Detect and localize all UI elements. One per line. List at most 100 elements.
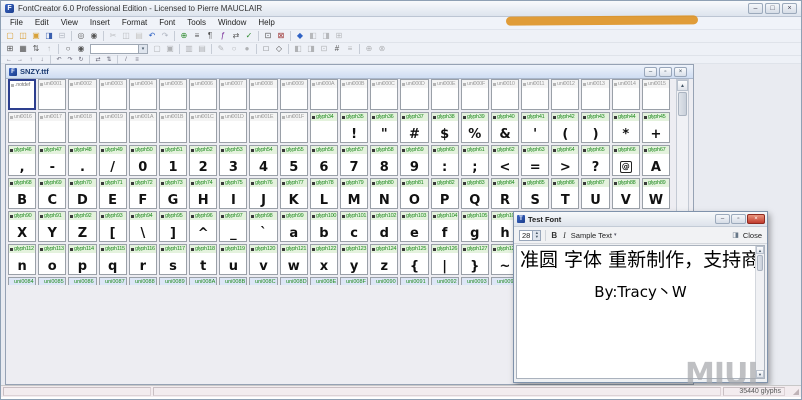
glyph-cell[interactable]: glyph533 (219, 145, 247, 176)
glyph-cell[interactable]: glyph89W (642, 178, 670, 209)
glyph-cell[interactable]: glyph101c (340, 211, 368, 242)
find-button[interactable]: ◉ (88, 31, 100, 42)
spin-down-button[interactable]: ▼ (533, 235, 540, 240)
glyph-cell[interactable]: uni001A (129, 112, 157, 143)
zoom-100-button[interactable]: ▣ (164, 44, 176, 55)
glyph-cell[interactable]: glyph81O (400, 178, 428, 209)
undo-button[interactable]: ↶ (146, 31, 158, 42)
glyph-cell[interactable]: glyph72F (129, 178, 157, 209)
glyph-cell[interactable]: glyph93[ (99, 211, 127, 242)
glyph-cell[interactable]: glyph121w (280, 244, 308, 275)
dialog-close-button[interactable]: × (747, 214, 765, 224)
transform-button[interactable]: ƒ (217, 31, 229, 42)
rotate-left-button[interactable]: ↶ (54, 56, 64, 64)
open-button[interactable]: ▣ (30, 31, 42, 42)
glyph-cell[interactable]: glyph42( (551, 112, 579, 143)
glyph-cell[interactable]: uni0001 (38, 79, 66, 110)
glyph-cell[interactable]: glyph74H (189, 178, 217, 209)
test-preview-area[interactable]: 准圆 字体 重新制作，支持商标 By:Tracy丶W ▲ ▼ (516, 245, 765, 379)
points-toggle-button[interactable]: □ (260, 44, 272, 55)
glyph-cell[interactable]: uni000C (370, 79, 398, 110)
dialog-scroll-up-button[interactable]: ▲ (756, 246, 764, 254)
glyph-cell[interactable]: uni0091 (400, 277, 428, 285)
glyph-cell[interactable]: uni008D (280, 277, 308, 285)
glyph-cell[interactable]: glyph67A (642, 145, 670, 176)
cut-button[interactable]: ✂ (107, 31, 119, 42)
dialog-scrollbar[interactable]: ▲ ▼ (755, 246, 764, 378)
save-button[interactable]: ◨ (43, 31, 55, 42)
glyph-cell[interactable]: uni0011 (521, 79, 549, 110)
glyph-cell[interactable]: glyph79M (340, 178, 368, 209)
zoom-level-combobox[interactable]: ▾ (90, 44, 148, 54)
glyph-cell[interactable]: uni008F (340, 277, 368, 285)
glyph-cell[interactable]: glyph70D (68, 178, 96, 209)
glyph-cell[interactable]: uni0018 (68, 112, 96, 143)
preview-mode-button[interactable]: ▥ (183, 44, 195, 55)
draw-contour-button[interactable]: ✎ (215, 44, 227, 55)
menu-format[interactable]: Format (116, 17, 153, 29)
glyph-cell[interactable]: glyph82P (431, 178, 459, 209)
glyph-cell[interactable]: uni0093 (461, 277, 489, 285)
menu-window[interactable]: Window (212, 17, 252, 29)
glyph-cell[interactable]: uni001F (280, 112, 308, 143)
glyph-cell[interactable]: glyph118t (189, 244, 217, 275)
dialog-scroll-track[interactable] (756, 272, 764, 370)
glyph-cell[interactable]: uni0007 (219, 79, 247, 110)
union-button[interactable]: ⊕ (363, 44, 375, 55)
glyph-cell[interactable]: uni001D (219, 112, 247, 143)
glyph-cell[interactable]: glyph61; (461, 145, 489, 176)
glyph-cell[interactable]: glyph115q (99, 244, 127, 275)
glyph-cell[interactable]: glyph63= (521, 145, 549, 176)
glyph-cell[interactable]: uni0009 (280, 79, 308, 110)
glyph-cell[interactable]: uni0010 (491, 79, 519, 110)
glyph-cell[interactable]: glyph85S (521, 178, 549, 209)
autonaming-button[interactable]: ⊠ (275, 31, 287, 42)
dialog-maximize-button[interactable]: ▫ (731, 214, 746, 224)
glyph-cell[interactable]: glyph64> (551, 145, 579, 176)
zoom-selection-button[interactable]: ▢ (151, 44, 163, 55)
menu-insert[interactable]: Insert (84, 17, 116, 29)
glyph-cell[interactable]: glyph46, (8, 145, 36, 176)
document-titlebar[interactable]: F SNZY.ttf – ▫ × (6, 65, 693, 79)
glyph-cell[interactable]: glyph40& (491, 112, 519, 143)
align-left-button[interactable]: ◧ (292, 44, 304, 55)
glyph-cell[interactable]: uni0090 (370, 277, 398, 285)
cascade-button[interactable]: ◨ (320, 31, 332, 42)
grid-toggle-button[interactable]: # (331, 44, 343, 55)
maximize-button[interactable]: □ (765, 3, 780, 14)
glyph-cell[interactable]: glyph116r (129, 244, 157, 275)
menu-file[interactable]: File (4, 17, 29, 29)
metrics-mode-button[interactable]: ▤ (196, 44, 208, 55)
glyph-cell[interactable]: glyph125{ (400, 244, 428, 275)
minimize-button[interactable]: – (748, 3, 763, 14)
naming-button[interactable]: ¶ (204, 31, 216, 42)
rotate-button[interactable]: ↻ (76, 56, 86, 64)
bold-button[interactable]: B (550, 231, 558, 240)
glyph-cell[interactable]: glyph100b (310, 211, 338, 242)
glyph-cell[interactable]: uni0016 (8, 112, 36, 143)
copy-button[interactable]: ◫ (120, 31, 132, 42)
scroll-thumb[interactable] (678, 92, 687, 116)
grid-view-button[interactable]: ⊞ (4, 44, 16, 55)
curves-toggle-button[interactable]: ◇ (273, 44, 285, 55)
glyph-cell[interactable]: uni000A (310, 79, 338, 110)
glyph-cell[interactable]: glyph98` (249, 211, 277, 242)
pointer-button[interactable]: ↑ (43, 44, 55, 55)
menu-tools[interactable]: Tools (181, 17, 212, 29)
glyph-cell[interactable]: glyph94\ (129, 211, 157, 242)
glyph-cell[interactable]: uni0008 (249, 79, 277, 110)
menu-help[interactable]: Help (252, 17, 280, 29)
bold-weight-button[interactable]: ≡ (132, 56, 142, 64)
glyph-cell[interactable]: glyph35! (340, 112, 368, 143)
glyph-cell[interactable]: glyph119u (219, 244, 247, 275)
glyph-cell[interactable]: glyph90X (8, 211, 36, 242)
glyph-cell[interactable]: glyph500 (129, 145, 157, 176)
validate-button[interactable]: ✓ (243, 31, 255, 42)
rotate-right-button[interactable]: ↷ (65, 56, 75, 64)
glyph-cell[interactable]: glyph83Q (461, 178, 489, 209)
glyph-cell[interactable]: glyph103e (400, 211, 428, 242)
dialog-close-text-button[interactable]: Close (743, 231, 762, 240)
glyph-info-button[interactable]: ◆ (294, 31, 306, 42)
align-right-button[interactable]: ◨ (305, 44, 317, 55)
new-button[interactable]: ▢ (4, 31, 16, 42)
